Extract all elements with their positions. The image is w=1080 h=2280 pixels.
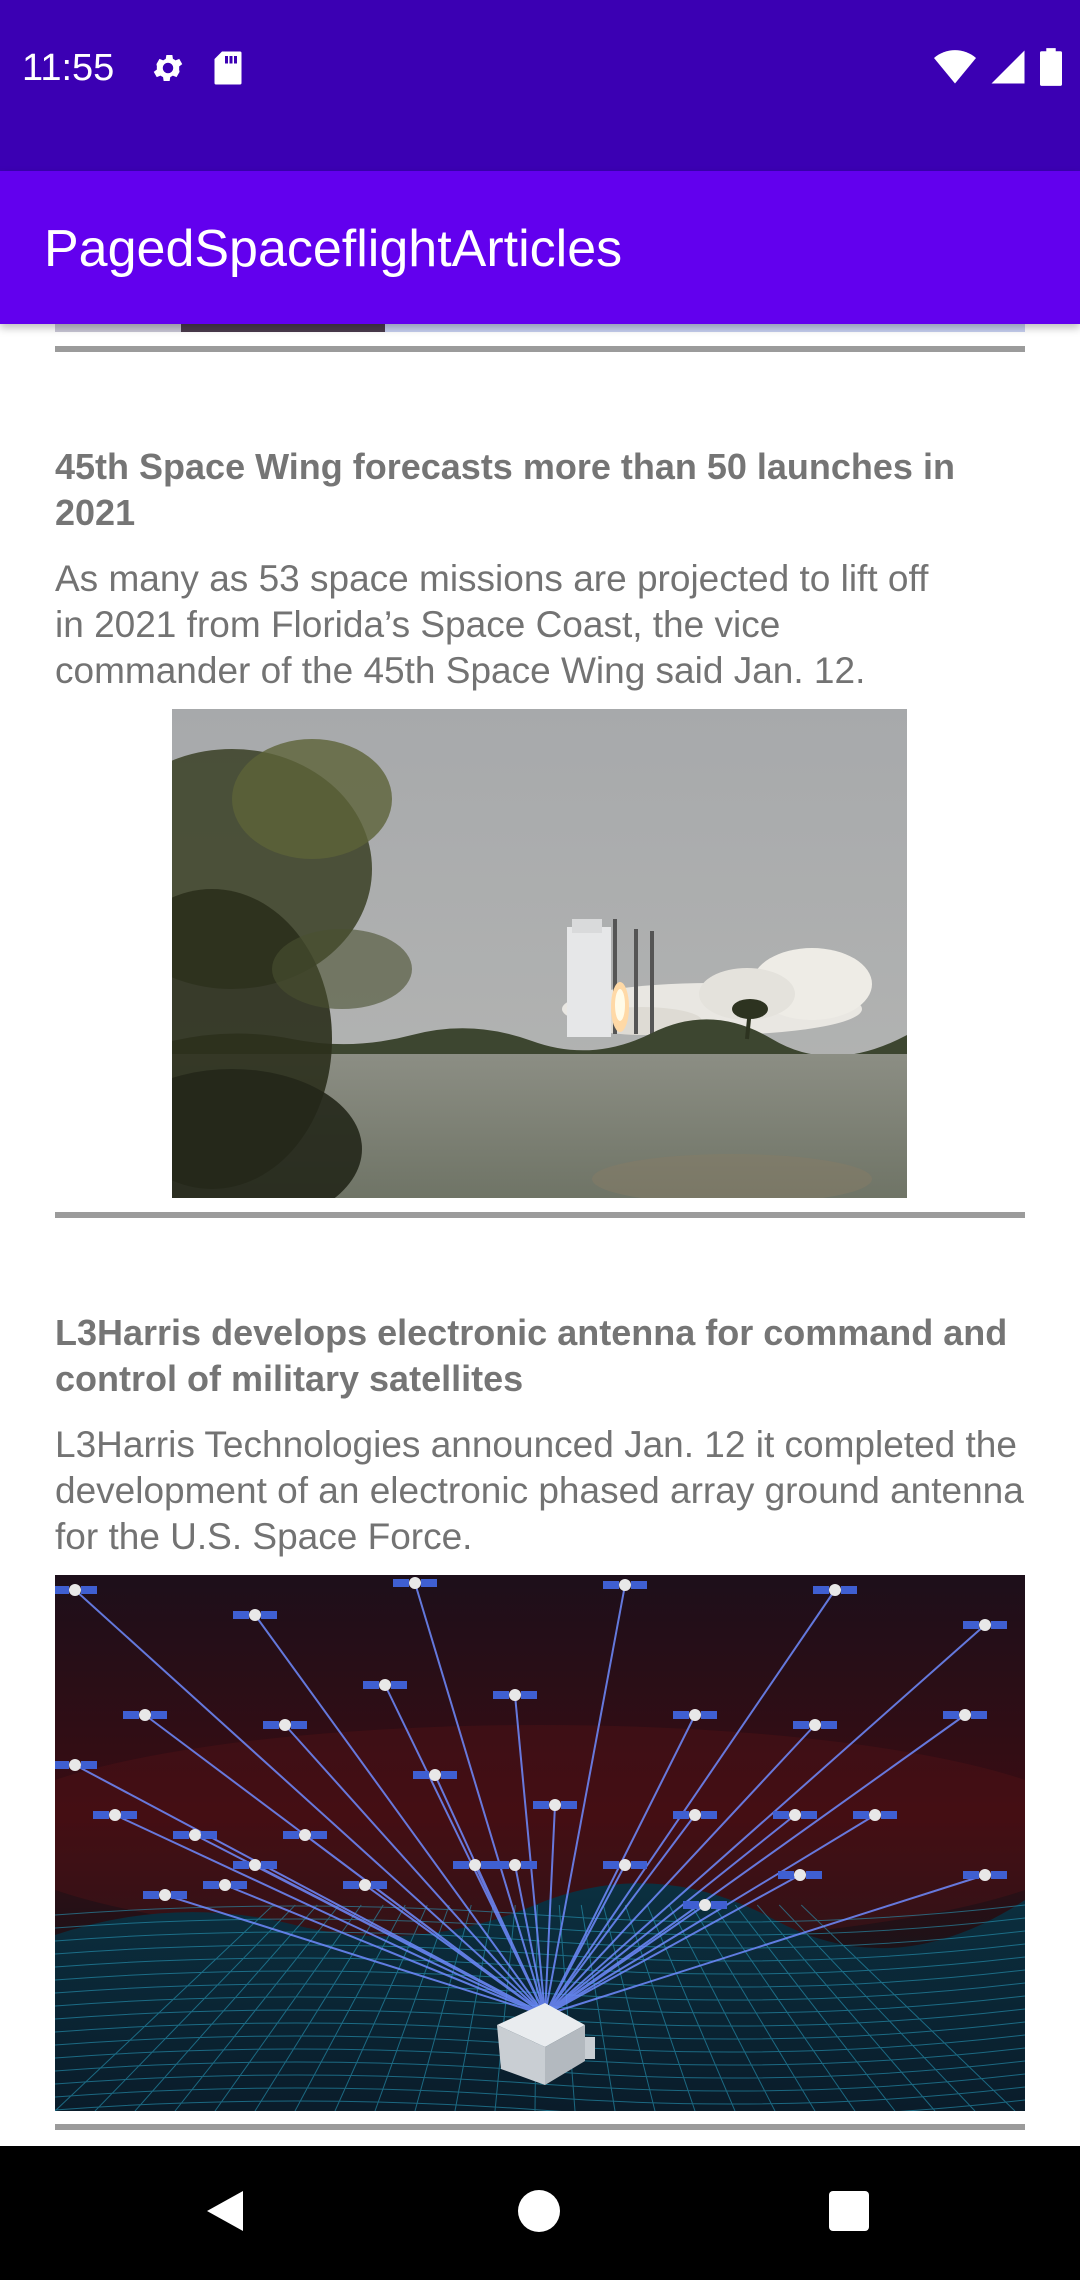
article-summary: As many as 53 space missions are project… bbox=[55, 558, 929, 691]
recents-button[interactable] bbox=[810, 2174, 888, 2252]
app-title: PagedSpaceflightArticles bbox=[44, 220, 623, 278]
status-right-icons bbox=[934, 48, 1062, 91]
wifi-icon bbox=[934, 49, 976, 90]
status-time: 11:55 bbox=[22, 47, 115, 89]
article-title: 45th Space Wing forecasts more than 50 l… bbox=[55, 446, 955, 533]
status-bar: 11:55 bbox=[0, 0, 1080, 171]
navigation-bar bbox=[0, 2146, 1080, 2280]
gear-icon bbox=[150, 50, 186, 91]
cell-signal-icon bbox=[990, 49, 1026, 90]
back-button[interactable] bbox=[186, 2174, 264, 2252]
battery-icon bbox=[1040, 48, 1062, 91]
home-button[interactable] bbox=[500, 2174, 578, 2252]
article-image-rocket-launch[interactable] bbox=[172, 709, 907, 1198]
home-icon bbox=[518, 2189, 560, 2237]
app-bar: PagedSpaceflightArticles bbox=[0, 171, 1080, 324]
article-summary: L3Harris Technologies announced Jan. 12 … bbox=[55, 1424, 1024, 1557]
article-image-partial[interactable] bbox=[55, 324, 1025, 332]
recents-icon bbox=[829, 2190, 869, 2236]
back-icon bbox=[203, 2187, 247, 2240]
article-image-satellite-antenna[interactable] bbox=[55, 1575, 1025, 2111]
article-divider bbox=[55, 346, 1025, 352]
article-list[interactable]: 45th Space Wing forecasts more than 50 l… bbox=[0, 324, 1080, 2146]
sd-card-icon bbox=[212, 50, 244, 91]
article-divider bbox=[55, 1212, 1025, 1218]
article-divider bbox=[55, 2124, 1025, 2130]
article-title: L3Harris develops electronic antenna for… bbox=[55, 1312, 1008, 1399]
